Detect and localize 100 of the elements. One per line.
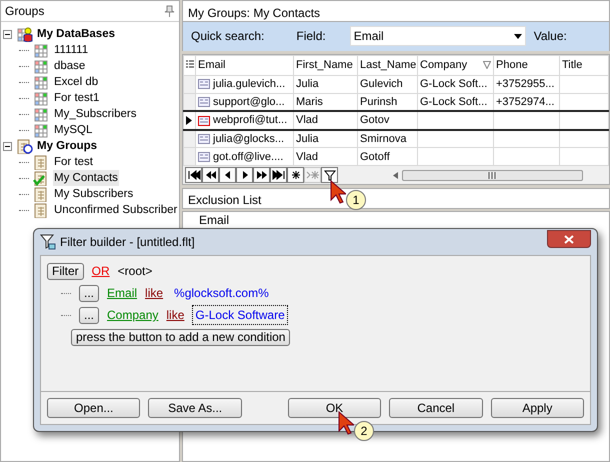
tree-item[interactable]: dbase — [53, 58, 86, 74]
tree-item[interactable]: My_Subscribers — [53, 106, 138, 122]
quick-search-label: Quick search: — [191, 28, 264, 46]
dialog-button[interactable]: Cancel — [389, 398, 483, 418]
field-label: Field: — [296, 28, 326, 46]
navigator-button[interactable] — [253, 167, 270, 184]
table-cell: Gotov — [358, 111, 418, 130]
contact-card-icon — [198, 97, 210, 108]
tree-item[interactable]: For test1 — [53, 90, 100, 106]
close-button[interactable] — [547, 230, 591, 248]
pin-icon[interactable] — [164, 5, 175, 17]
row-indicator[interactable] — [184, 111, 196, 130]
dialog-button[interactable]: Open... — [47, 398, 140, 418]
navigator-button[interactable] — [202, 167, 219, 184]
dialog-button[interactable]: Save As... — [148, 398, 242, 418]
dialog-title: Filter builder - [untitled.flt] — [60, 234, 195, 251]
table-icon — [32, 106, 50, 122]
table-cell: support@glo... — [196, 93, 294, 112]
filter-icon — [322, 169, 336, 182]
column-header[interactable]: Email — [196, 55, 294, 76]
close-icon — [564, 235, 574, 244]
table-icon — [32, 74, 50, 90]
navigator-button[interactable] — [321, 167, 338, 184]
column-header[interactable]: Email — [199, 213, 230, 228]
scroll-left-icon — [393, 172, 398, 179]
fast-forward-icon — [254, 169, 268, 182]
dialog-button[interactable]: Apply — [490, 398, 584, 418]
table-icon — [32, 90, 50, 106]
current-row-icon — [186, 116, 192, 125]
condition-menu-button[interactable]: ... — [79, 306, 100, 324]
column-header[interactable]: Last_Name — [358, 55, 418, 76]
navigator-button[interactable] — [219, 167, 236, 184]
group-operator-link[interactable]: OR — [92, 262, 110, 280]
table-cell: julia@glocks... — [196, 130, 294, 148]
navigator-button[interactable] — [287, 167, 304, 184]
table-cell: Maris — [294, 93, 358, 112]
column-chooser-icon — [186, 60, 194, 70]
last-record-icon — [272, 169, 286, 182]
panel-title: My Groups: My Contacts — [182, 0, 610, 22]
table-cell — [560, 111, 608, 130]
table-cell: Julia — [294, 130, 358, 148]
tree-item[interactable]: Excel db — [53, 74, 100, 90]
contact-card-icon — [198, 152, 210, 162]
navigator-button[interactable] — [185, 167, 202, 184]
operator-link[interactable]: like — [166, 306, 184, 324]
table-cell — [560, 75, 608, 94]
column-header[interactable]: First_Name — [294, 55, 358, 76]
tree-item[interactable]: My Subscribers — [53, 186, 134, 202]
table-icon — [32, 122, 50, 138]
table-cell: Gulevich — [358, 75, 418, 94]
navigator-button[interactable] — [270, 167, 287, 184]
panel-title: Groups — [5, 3, 44, 20]
table-cell: G-Lock Soft... — [418, 75, 494, 94]
condition-menu-button[interactable]: ... — [79, 284, 100, 302]
asterisk-arrow-icon — [306, 169, 320, 182]
table-cell: G-Lock Soft... — [418, 93, 494, 112]
dialog-button[interactable]: OK — [288, 398, 382, 418]
tree-item[interactable]: My Groups — [36, 138, 98, 154]
column-header[interactable]: Phone — [494, 55, 560, 76]
value-link[interactable]: %glocksoft.com% — [171, 283, 272, 303]
add-condition-button[interactable]: press the button to add a new condition — [71, 328, 290, 346]
scrollbar-thumb[interactable] — [402, 170, 583, 181]
mouse-cursor-icon — [338, 411, 354, 435]
field-link[interactable]: Email — [107, 284, 138, 302]
column-header[interactable]: Company — [418, 55, 494, 76]
table-icon — [32, 58, 50, 74]
tree-item[interactable]: For test — [53, 154, 94, 170]
table-cell: julia.gulevich... — [196, 75, 294, 94]
tree-item[interactable]: 111111 — [53, 42, 90, 58]
root-label: <root> — [118, 263, 152, 280]
filter-table-icon — [40, 234, 56, 250]
contact-card-icon — [198, 116, 210, 126]
tree-item[interactable]: MySQL — [53, 122, 94, 138]
tree-item[interactable]: Unconfirmed Subscriber — [53, 202, 178, 218]
dropdown-caret-icon — [514, 34, 522, 39]
field-dropdown[interactable]: Email — [350, 26, 526, 46]
table-cell — [494, 111, 560, 130]
table-cell: webprofi@tut... — [196, 111, 294, 130]
grip-icon — [488, 172, 497, 179]
operator-link[interactable]: like — [145, 284, 164, 302]
column-header[interactable]: Title — [560, 55, 608, 76]
navigator-button[interactable] — [236, 167, 253, 184]
database-icon — [15, 26, 33, 42]
table-cell: +3752974... — [494, 93, 560, 112]
value-link[interactable]: G-Lock Software — [192, 305, 288, 325]
contact-card-icon — [198, 79, 210, 90]
tree-item[interactable]: My DataBases — [36, 26, 116, 42]
filter-button[interactable]: Filter — [47, 262, 84, 280]
collapse-icon[interactable] — [3, 30, 12, 38]
table-cell: Smirnova — [358, 130, 418, 148]
field-link[interactable]: Company — [107, 306, 158, 324]
table-icon — [32, 42, 50, 58]
group-email-icon — [15, 138, 33, 154]
rewind-icon — [204, 169, 218, 182]
table-cell — [494, 130, 560, 148]
table-cell: Julia — [294, 75, 358, 94]
collapse-icon[interactable] — [3, 142, 12, 150]
mouse-cursor-icon — [330, 180, 346, 204]
tree-item[interactable]: My Contacts — [53, 170, 119, 186]
table-cell — [560, 130, 608, 148]
